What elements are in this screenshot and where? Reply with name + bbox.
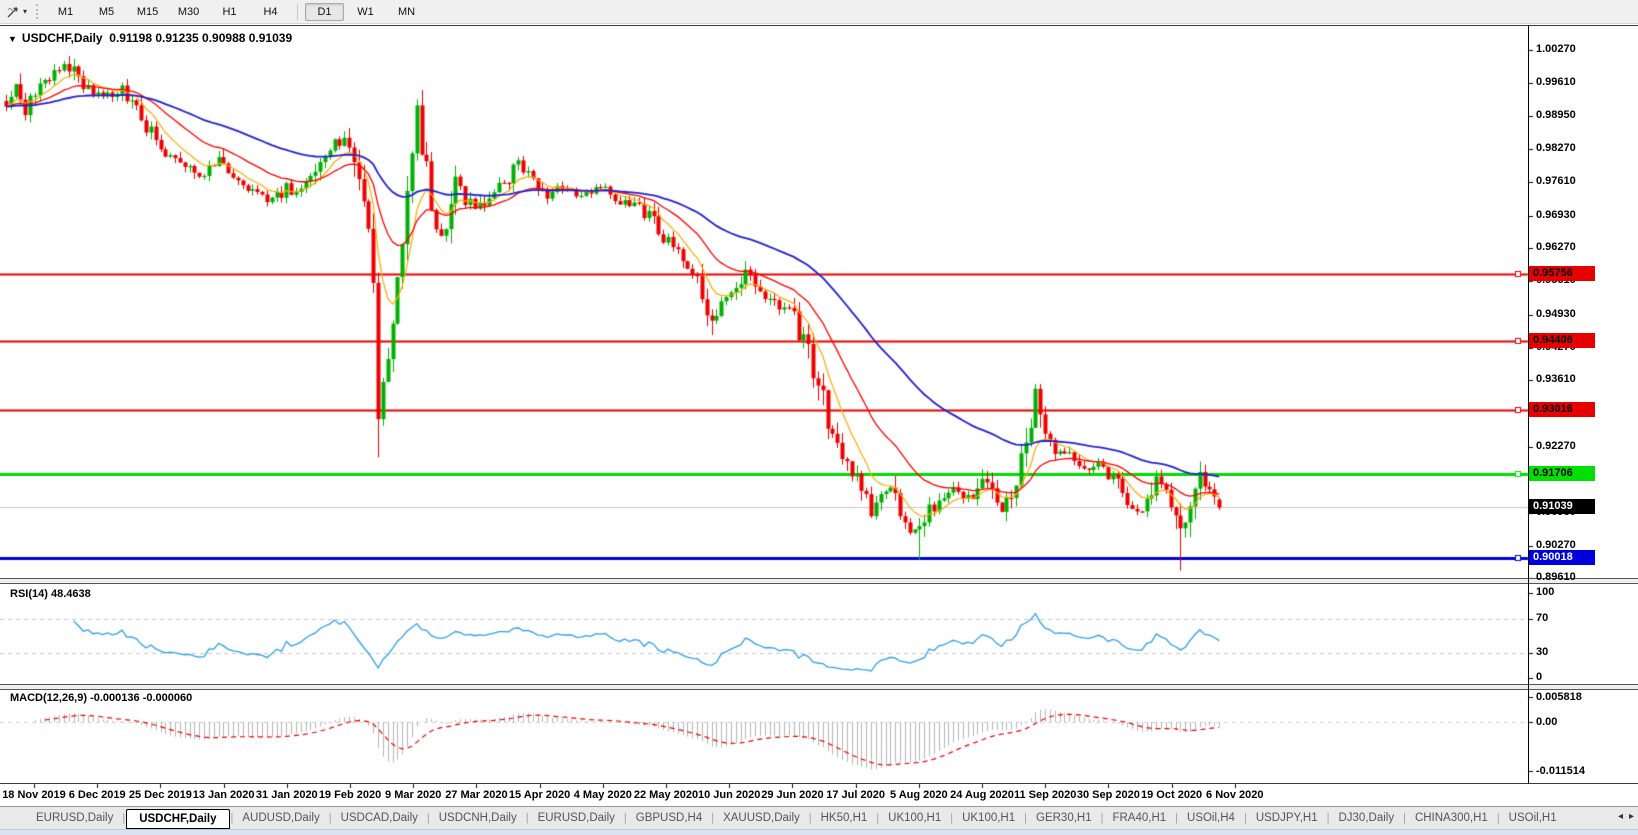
timeframe-mn-button[interactable]: MN [387, 3, 426, 21]
tab-separator: | [1403, 812, 1406, 824]
tab-dj30-daily[interactable]: DJ30,Daily [1330, 809, 1402, 827]
macd-axis-label: 0.005818 [1536, 691, 1582, 703]
panel-separator-rsi-macd[interactable] [0, 684, 1638, 690]
tab-scroll-arrows: ◂ ▸ [1618, 811, 1634, 822]
timeframe-h4-button[interactable]: H4 [251, 3, 290, 21]
price-tick-label: 0.89610 [1536, 571, 1576, 584]
tab-eurusd-daily[interactable]: EURUSD,Daily [28, 809, 121, 827]
tab-separator: | [808, 812, 812, 824]
cursor-tool-button[interactable]: ▾ [0, 0, 33, 23]
mt4-window: ▾ M1 M5 M15 M30 H1 H4 D1 W1 MN ▼ USDCHF,Daily 0.9… [0, 0, 1638, 835]
price-tick-label: 0.97610 [1536, 175, 1576, 188]
toolbar: ▾ M1 M5 M15 M30 H1 H4 D1 W1 MN [0, 0, 1638, 24]
timeframe-h1-button[interactable]: H1 [210, 3, 249, 21]
tab-uk100-h1[interactable]: UK100,H1 [880, 809, 949, 827]
price-level-tag: 0.95756 [1529, 265, 1595, 281]
rsi-axis-label: 100 [1536, 586, 1555, 598]
tab-separator: | [328, 812, 332, 824]
collapse-triangle-icon: ▼ [8, 34, 17, 44]
price-level-tag: 0.90018 [1529, 550, 1595, 565]
toolbar-grip [36, 4, 39, 19]
tab-hk50-h1[interactable]: HK50,H1 [813, 809, 876, 827]
cursor-tool-icon [7, 7, 18, 18]
chart-ohlc-values: 0.91198 0.91235 0.90988 0.91039 [109, 31, 293, 45]
price-level-tag: 0.91706 [1529, 466, 1595, 482]
macd-axis-label: -0.011514 [1536, 765, 1585, 778]
price-tick-label: 0.96930 [1536, 208, 1576, 221]
timeframe-w1-button[interactable]: W1 [346, 3, 385, 21]
tab-separator: | [1100, 812, 1104, 824]
date-tick-label: 6 Nov 2020 [1206, 789, 1264, 801]
chart-tabbar: EURUSD,Daily | USDCHF,Daily | AUDUSD,Daily | U… [0, 806, 1638, 829]
price-level-tag: 0.94406 [1529, 332, 1595, 348]
tab-separator: | [1024, 812, 1027, 824]
price-level-tag: 0.93016 [1529, 401, 1595, 417]
tab-uk100-h1[interactable]: UK100,H1 [954, 809, 1023, 827]
tab-china300-h1[interactable]: CHINA300,H1 [1407, 809, 1496, 827]
price-tick-label: 0.94930 [1536, 307, 1576, 320]
chart-symbol-period: USDCHF,Daily [21, 31, 103, 45]
price-tick-label: 1.00270 [1536, 43, 1576, 56]
tab-ger30-h1[interactable]: GER30,H1 [1028, 809, 1100, 827]
chart-title: ▼ USDCHF,Daily 0.91198 0.91235 0.90988 0.… [8, 31, 292, 45]
timeframe-d1-button[interactable]: D1 [305, 2, 345, 21]
tab-xauusd-daily[interactable]: XAUUSD,Daily [715, 809, 808, 827]
tab-separator: | [711, 812, 715, 824]
macd-axis-label: 0.00 [1536, 716, 1558, 728]
tab-eurusd-daily[interactable]: EURUSD,Daily [530, 809, 623, 827]
tab-usoil-h1[interactable]: USOil,H1 [1501, 809, 1565, 827]
tab-gbpusd-h4[interactable]: GBPUSD,H4 [628, 809, 710, 827]
rsi-value: 48.4638 [50, 588, 91, 600]
macd-values: -0.000136 -0.000060 [90, 692, 193, 704]
tab-scroll-right-button[interactable]: ▸ [1629, 811, 1634, 822]
rsi-axis-label: 70 [1536, 611, 1549, 624]
tab-audusd-daily[interactable]: AUDUSD,Daily [234, 809, 327, 827]
tab-separator: | [1326, 812, 1330, 824]
toolbar-separator [297, 3, 299, 20]
price-tick-label: 0.98950 [1536, 108, 1576, 121]
panel-separator-main-rsi[interactable] [0, 578, 1638, 584]
tab-separator: | [950, 812, 954, 824]
tab-separator: | [525, 812, 529, 824]
tab-separator: | [426, 812, 430, 824]
rsi-name: RSI(14) [10, 588, 48, 600]
rsi-axis-label: 0 [1536, 671, 1543, 683]
tab-usdchf-daily[interactable]: USDCHF,Daily [126, 808, 230, 829]
price-tick-label: 0.99610 [1536, 76, 1576, 89]
timeframe-m15-button[interactable]: M15 [128, 3, 167, 21]
tab-separator: | [122, 812, 126, 824]
chart-bottom-border [0, 783, 1638, 784]
chart-top-border [0, 25, 1638, 26]
timeframe-m30-button[interactable]: M30 [169, 3, 208, 21]
price-tick-label: 0.98270 [1536, 142, 1576, 155]
tab-usdcnh-daily[interactable]: USDCNH,Daily [431, 809, 525, 827]
tab-usdjpy-h1[interactable]: USDJPY,H1 [1248, 809, 1326, 827]
price-tick-label: 0.93610 [1536, 373, 1576, 386]
tab-separator: | [876, 812, 880, 824]
timeframe-m5-button[interactable]: M5 [87, 3, 126, 21]
bottom-strip [0, 829, 1638, 835]
tab-scroll-left-button[interactable]: ◂ [1618, 811, 1623, 822]
macd-name: MACD(12,26,9) [10, 692, 88, 704]
tab-fra40-h1[interactable]: FRA40,H1 [1104, 809, 1174, 827]
rsi-axis-label: 30 [1536, 645, 1549, 658]
rsi-label: RSI(14) 48.4638 [10, 588, 91, 600]
tab-separator: | [1496, 812, 1500, 824]
current-price-tag: 0.91039 [1529, 499, 1595, 515]
tab-usdcad-daily[interactable]: USDCAD,Daily [333, 809, 426, 827]
price-tick-label: 0.90270 [1536, 538, 1576, 551]
tab-separator: | [623, 812, 627, 824]
tab-separator: | [230, 812, 234, 824]
tab-separator: | [1175, 812, 1179, 824]
price-chart-canvas[interactable] [0, 0, 1638, 835]
dropdown-caret-icon: ▾ [23, 7, 28, 16]
tab-separator: | [1243, 812, 1247, 824]
tab-usoil-h4[interactable]: USOil,H4 [1179, 809, 1243, 827]
price-tick-label: 0.92270 [1536, 439, 1576, 452]
chart-tabs: EURUSD,Daily | USDCHF,Daily | AUDUSD,Daily | U… [28, 808, 1565, 829]
timeframe-buttons: M1 M5 M15 M30 H1 H4 D1 W1 MN [45, 2, 427, 21]
timeframe-m1-button[interactable]: M1 [46, 3, 85, 21]
price-tick-label: 0.96270 [1536, 241, 1576, 254]
macd-label: MACD(12,26,9) -0.000136 -0.000060 [10, 692, 192, 704]
